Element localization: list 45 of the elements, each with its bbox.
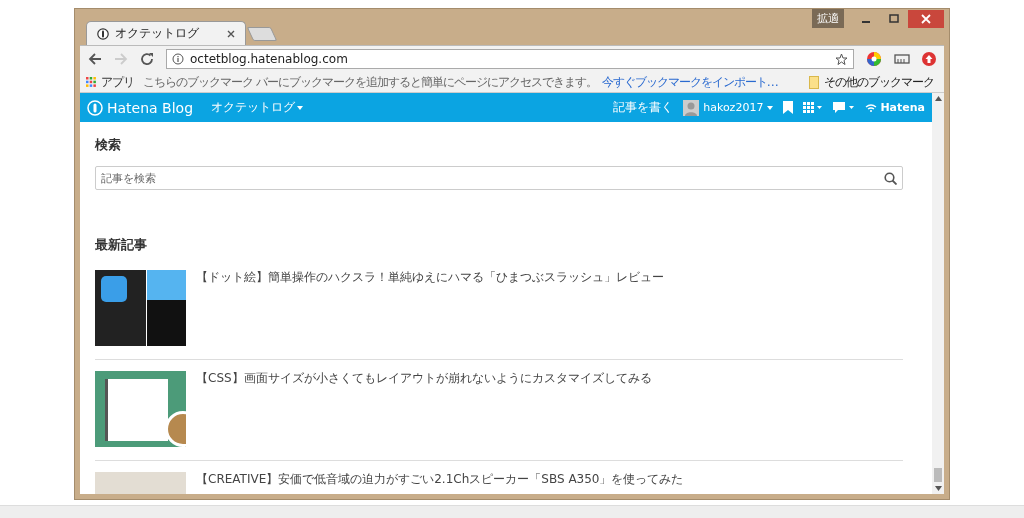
info-icon xyxy=(172,53,184,65)
import-bookmarks-link[interactable]: 今すぐブックマークをインポート… xyxy=(601,73,778,91)
recent-posts-heading: 最新記事 xyxy=(95,236,148,254)
maximize-icon xyxy=(889,13,899,24)
browser-tab[interactable]: オクテットログ xyxy=(86,21,246,45)
folder-icon xyxy=(809,75,819,89)
scroll-up-icon[interactable] xyxy=(934,96,942,101)
apps-link[interactable]: アプリ xyxy=(101,73,134,91)
post-title-link[interactable]: 【CREATIVE】安価で低音域の迫力がすごい2.1Chスピーカー「SBS A350」を使ってみた xyxy=(196,472,684,494)
comment-menu-icon[interactable] xyxy=(833,101,856,114)
apps-icon[interactable] xyxy=(86,77,96,87)
post-title-link[interactable]: 【ドット絵】簡単操作のハクスラ！単純ゆえにハマる「ひまつぶスラッシュ」レビュー xyxy=(196,270,664,346)
color-wheel-icon[interactable] xyxy=(866,51,882,67)
wifi-logo-icon xyxy=(865,103,878,112)
caret-icon xyxy=(297,105,304,110)
upload-icon[interactable] xyxy=(922,52,936,66)
notebook-illustration-thumbnail[interactable] xyxy=(95,371,186,447)
address-bar[interactable]: octetblog.hatenablog.com xyxy=(166,49,854,69)
reload-icon[interactable] xyxy=(140,52,154,66)
search-icon[interactable] xyxy=(884,172,897,185)
game-screenshot-thumbnail[interactable] xyxy=(95,270,186,346)
scroll-down-icon[interactable] xyxy=(934,486,942,491)
star-icon[interactable] xyxy=(835,52,848,66)
scroll-thumb[interactable] xyxy=(934,468,942,482)
back-icon[interactable] xyxy=(88,52,102,66)
grid-menu-icon[interactable] xyxy=(803,101,824,114)
close-icon xyxy=(921,13,931,24)
avatar-icon xyxy=(683,99,700,116)
caret-icon xyxy=(767,105,774,110)
search-heading: 検索 xyxy=(95,136,122,154)
close-tab-icon[interactable] xyxy=(227,29,235,38)
close-button[interactable] xyxy=(908,9,944,28)
url-text: octetblog.hatenablog.com xyxy=(190,52,349,66)
minimize-icon xyxy=(862,20,870,23)
scrollbar[interactable] xyxy=(932,93,944,494)
page-scrollbar[interactable] xyxy=(0,505,1024,518)
bookmark-bar-hint: こちらのブックマーク バーにブックマークを追加すると簡単にページにアクセスできます。 xyxy=(143,73,597,91)
logo-icon xyxy=(87,99,103,116)
other-bookmarks-link[interactable]: その他のブックマーク xyxy=(824,73,934,91)
search-field[interactable]: 記事を検索 xyxy=(95,166,903,190)
ruler-icon[interactable] xyxy=(894,53,910,65)
favicon-icon xyxy=(97,27,109,40)
post-title-link[interactable]: 【CSS】画面サイズが小さくてもレイアウトが崩れないようにカスタマイズしてみる xyxy=(196,371,652,447)
bookmark-icon[interactable] xyxy=(783,101,794,114)
window-badge: 拡適 xyxy=(812,9,844,28)
